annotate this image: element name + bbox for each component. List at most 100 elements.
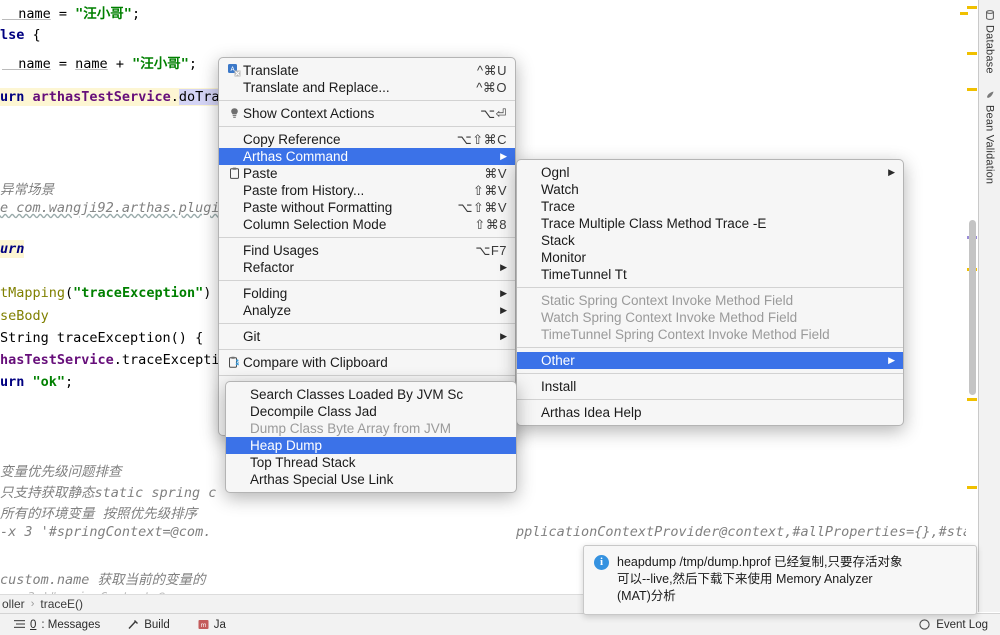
menu-item-label: Analyze bbox=[243, 302, 291, 319]
code-line: -x 3 '#springContext=@com. bbox=[0, 524, 211, 540]
translate-icon: A bbox=[225, 64, 243, 77]
menu-item-ognl[interactable]: Ognl ▶ bbox=[517, 164, 903, 181]
menu-item-watch-spring-context-invoke: Watch Spring Context Invoke Method Field bbox=[517, 309, 903, 326]
menu-item-arthas-special-use-link[interactable]: Arthas Special Use Link bbox=[226, 471, 516, 488]
menu-item-decompile-class-jad[interactable]: Decompile Class Jad bbox=[226, 403, 516, 420]
menu-item-label: Translate and Replace... bbox=[243, 79, 390, 96]
event-log-label[interactable]: Event Log bbox=[936, 619, 988, 631]
menu-separator bbox=[219, 100, 515, 101]
notification-line: (MAT)分析 bbox=[617, 588, 966, 605]
menu-separator bbox=[517, 373, 903, 374]
event-log-icon bbox=[919, 619, 930, 630]
menu-item-translate[interactable]: A Translate ^⌘U bbox=[219, 62, 515, 79]
status-java[interactable]: m Ja bbox=[184, 619, 240, 631]
right-tool-window-bar: Database Bean Validation bbox=[978, 0, 1000, 612]
notification-balloon[interactable]: i heapdump /tmp/dump.hprof 已经复制,只要存活对象 可… bbox=[583, 545, 977, 615]
menu-item-show-context-actions[interactable]: Show Context Actions ⌥⏎ bbox=[219, 105, 515, 122]
menu-separator bbox=[219, 349, 515, 350]
menu-item-folding[interactable]: Folding ▶ bbox=[219, 285, 515, 302]
menu-item-paste-without-formatting[interactable]: Paste without Formatting ⌥⇧⌘V bbox=[219, 199, 515, 216]
status-messages-count: 0 bbox=[30, 619, 36, 631]
menu-item-copy-reference[interactable]: Copy Reference ⌥⇧⌘C bbox=[219, 131, 515, 148]
svg-text:m: m bbox=[200, 622, 206, 629]
menu-item-install[interactable]: Install bbox=[517, 378, 903, 395]
menu-item-accel: ⇧⌘V bbox=[447, 182, 507, 199]
status-build[interactable]: Build bbox=[114, 619, 184, 631]
database-icon bbox=[985, 10, 995, 20]
editor-vertical-scrollbar[interactable] bbox=[969, 220, 976, 395]
menu-item-analyze[interactable]: Analyze ▶ bbox=[219, 302, 515, 319]
tool-window-label: Bean Validation bbox=[984, 105, 996, 184]
menu-separator bbox=[219, 323, 515, 324]
menu-item-accel: ⌥F7 bbox=[449, 242, 507, 259]
breadcrumb-item[interactable]: oller bbox=[2, 597, 25, 611]
menu-item-refactor[interactable]: Refactor ▶ bbox=[219, 259, 515, 276]
menu-item-label: TimeTunnel Tt bbox=[541, 266, 627, 283]
chevron-right-icon: ▶ bbox=[482, 285, 507, 302]
menu-item-trace-multiple[interactable]: Trace Multiple Class Method Trace -E bbox=[517, 215, 903, 232]
chevron-right-icon: ▶ bbox=[870, 352, 895, 369]
clipboard-icon bbox=[225, 167, 243, 180]
menu-item-dump-class-byte-array: Dump Class Byte Array from JVM bbox=[226, 420, 516, 437]
menu-item-paste-from-history[interactable]: Paste from History... ⇧⌘V bbox=[219, 182, 515, 199]
menu-item-label: Paste bbox=[243, 165, 278, 182]
menu-item-label: Compare with Clipboard bbox=[243, 354, 388, 371]
menu-item-monitor[interactable]: Monitor bbox=[517, 249, 903, 266]
lightbulb-icon bbox=[225, 107, 243, 120]
menu-item-git[interactable]: Git ▶ bbox=[219, 328, 515, 345]
code-line: String traceException() { bbox=[0, 330, 203, 346]
menu-item-accel: ^⌘U bbox=[451, 62, 507, 79]
code-line: 异常场景 bbox=[0, 178, 54, 198]
menu-item-label: Find Usages bbox=[243, 242, 319, 259]
menu-item-translate-and-replace[interactable]: Translate and Replace... ^⌘O bbox=[219, 79, 515, 96]
menu-item-accel: ⌥⇧⌘V bbox=[431, 199, 507, 216]
menu-item-timetunnel-spring-context-invoke: TimeTunnel Spring Context Invoke Method … bbox=[517, 326, 903, 343]
other-submenu[interactable]: Search Classes Loaded By JVM Sc Decompil… bbox=[225, 381, 517, 493]
menu-item-trace[interactable]: Trace bbox=[517, 198, 903, 215]
menu-item-watch[interactable]: Watch bbox=[517, 181, 903, 198]
menu-separator bbox=[219, 237, 515, 238]
tool-window-bean-validation[interactable]: Bean Validation bbox=[984, 84, 996, 194]
java-icon: m bbox=[198, 619, 209, 630]
chevron-right-icon: ▶ bbox=[482, 328, 507, 345]
tool-window-label: Database bbox=[984, 25, 996, 74]
menu-item-accel: ^⌘O bbox=[450, 79, 507, 96]
menu-item-label: Monitor bbox=[541, 249, 586, 266]
menu-item-label: Watch Spring Context Invoke Method Field bbox=[541, 309, 797, 326]
menu-item-label: Other bbox=[541, 352, 575, 369]
code-line: pplicationContextProvider@context,#allPr… bbox=[516, 524, 966, 540]
menu-separator bbox=[219, 126, 515, 127]
status-messages-label: : Messages bbox=[41, 619, 100, 631]
menu-item-label: Arthas Idea Help bbox=[541, 404, 642, 421]
menu-item-top-thread-stack[interactable]: Top Thread Stack bbox=[226, 454, 516, 471]
menu-item-stack[interactable]: Stack bbox=[517, 232, 903, 249]
menu-separator bbox=[517, 347, 903, 348]
breadcrumb-separator: › bbox=[31, 598, 35, 610]
menu-item-search-classes-loaded-by-jvm[interactable]: Search Classes Loaded By JVM Sc bbox=[226, 386, 516, 403]
menu-item-other[interactable]: Other ▶ bbox=[517, 352, 903, 369]
code-line: e com.wangji92.arthas.plugi bbox=[0, 200, 219, 216]
menu-item-paste[interactable]: Paste ⌘V bbox=[219, 165, 515, 182]
menu-separator bbox=[219, 375, 515, 376]
code-line: 所有的环境变量 按照优先级排序 bbox=[0, 502, 197, 522]
editor-context-menu[interactable]: A Translate ^⌘U Translate and Replace...… bbox=[218, 57, 516, 436]
menu-item-label: Arthas Command bbox=[243, 148, 348, 165]
messages-icon bbox=[14, 620, 25, 629]
breadcrumb-item[interactable]: traceE() bbox=[40, 597, 83, 611]
menu-item-label: Decompile Class Jad bbox=[250, 403, 377, 420]
menu-item-accel: ⌥⇧⌘C bbox=[431, 131, 507, 148]
menu-item-compare-with-clipboard[interactable]: Compare with Clipboard bbox=[219, 354, 515, 371]
tool-window-database[interactable]: Database bbox=[984, 4, 996, 84]
menu-item-arthas-idea-help[interactable]: Arthas Idea Help bbox=[517, 404, 903, 421]
arthas-command-submenu[interactable]: Ognl ▶ Watch Trace Trace Multiple Class … bbox=[516, 159, 904, 426]
menu-item-find-usages[interactable]: Find Usages ⌥F7 bbox=[219, 242, 515, 259]
menu-item-label: Watch bbox=[541, 181, 579, 198]
menu-item-timetunnel-tt[interactable]: TimeTunnel Tt bbox=[517, 266, 903, 283]
code-line: urn bbox=[0, 240, 24, 258]
menu-item-arthas-command[interactable]: Arthas Command ▶ bbox=[219, 148, 515, 165]
status-messages[interactable]: 0 : Messages bbox=[0, 619, 114, 631]
menu-item-label: Dump Class Byte Array from JVM bbox=[250, 420, 451, 437]
menu-item-heap-dump[interactable]: Heap Dump bbox=[226, 437, 516, 454]
menu-item-column-selection-mode[interactable]: Column Selection Mode ⇧⌘8 bbox=[219, 216, 515, 233]
code-line: urn "ok"; bbox=[0, 374, 73, 390]
